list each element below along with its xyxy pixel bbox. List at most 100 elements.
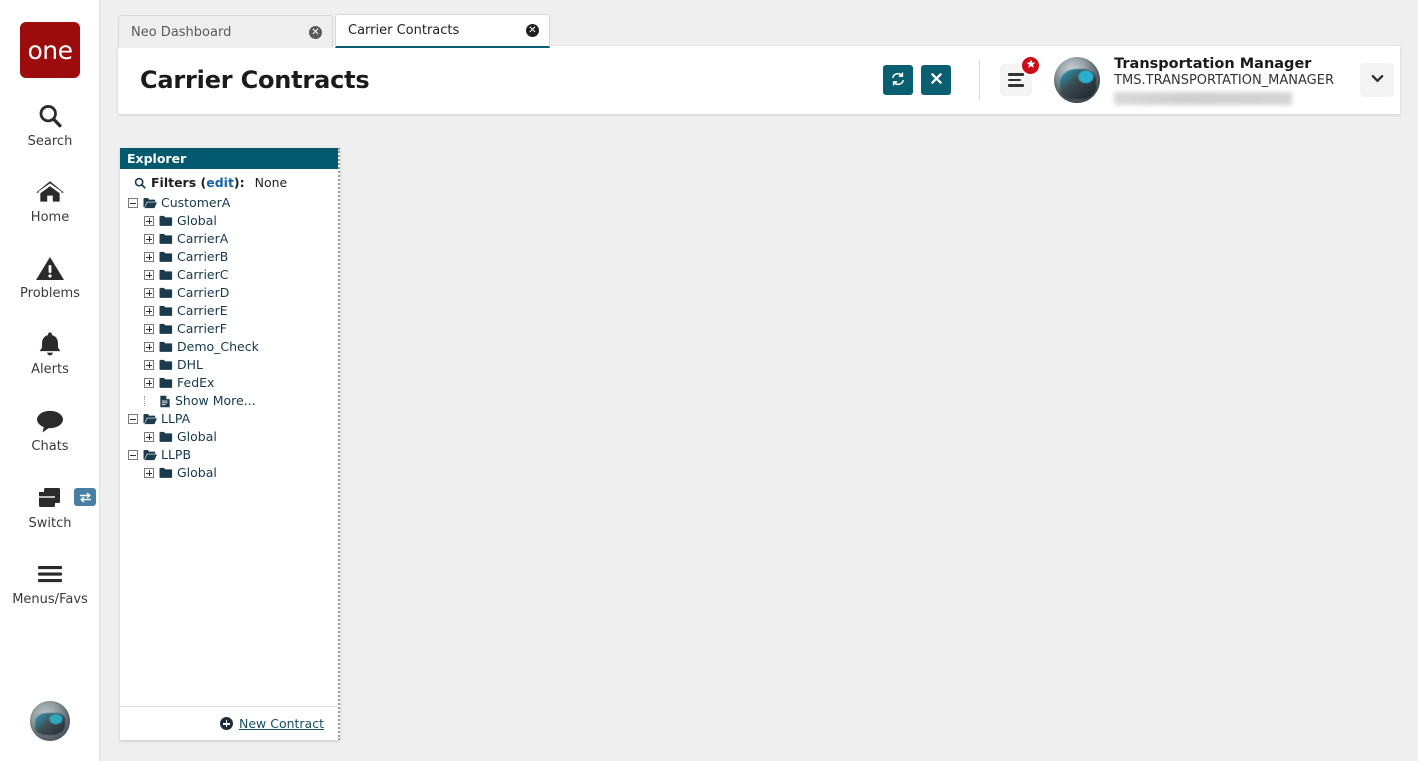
sidebar-item-chats[interactable]: Chats <box>0 405 100 454</box>
expand-plus-icon[interactable] <box>144 342 154 352</box>
explorer-title: Explorer <box>127 151 187 166</box>
app-logo[interactable]: one <box>20 22 80 78</box>
contract-tree[interactable]: CustomerA Global CarrierA CarrierB CarrierC C… <box>120 194 338 706</box>
sidebar-item-alerts[interactable]: Alerts <box>0 328 100 377</box>
filters-row: Filters (edit): None <box>120 169 338 194</box>
sidebar-label-alerts: Alerts <box>31 362 69 377</box>
close-circle-icon[interactable]: ✕ <box>526 24 539 37</box>
sidebar-label-chats: Chats <box>31 439 69 454</box>
tree-node[interactable]: CarrierE <box>120 302 338 320</box>
filters-label-end: ): <box>233 175 245 190</box>
tree-node[interactable]: CustomerA <box>120 194 338 212</box>
chevron-down-icon <box>1371 74 1384 86</box>
tree-node-label: LLPA <box>161 410 191 426</box>
tab-carrier-contracts[interactable]: Carrier Contracts ✕ <box>335 14 550 48</box>
tab-label: Neo Dashboard <box>131 24 232 40</box>
app-logo-text: one <box>27 35 73 65</box>
folder-icon <box>159 341 173 353</box>
tree-node[interactable]: Demo_Check <box>120 338 338 356</box>
header-divider <box>979 60 981 100</box>
expand-plus-icon[interactable] <box>144 288 154 298</box>
sidebar-item-search[interactable]: Search <box>0 100 100 149</box>
expand-plus-icon[interactable] <box>144 360 154 370</box>
refresh-icon <box>890 71 906 90</box>
tree-node-label: DHL <box>177 356 203 372</box>
folder-icon <box>159 359 173 371</box>
expand-plus-icon[interactable] <box>144 216 154 226</box>
expand-plus-icon[interactable] <box>144 468 154 478</box>
expand-plus-icon[interactable] <box>144 270 154 280</box>
collapse-minus-icon[interactable] <box>128 450 138 460</box>
sidebar-item-home[interactable]: Home <box>0 176 100 225</box>
tree-node[interactable]: LLPA <box>120 410 338 428</box>
collapse-minus-icon[interactable] <box>128 198 138 208</box>
header-menu-button[interactable] <box>1000 56 1041 96</box>
rail-user-avatar[interactable] <box>30 701 70 741</box>
list-menu-icon <box>1008 70 1025 90</box>
tree-node-label: Demo_Check <box>177 338 259 354</box>
tree-node-label: CarrierD <box>177 284 230 300</box>
user-role: TMS.TRANSPORTATION_MANAGER <box>1114 73 1334 89</box>
page-header: Carrier Contracts Transportation Manager… <box>118 46 1400 114</box>
tree-node-label: CarrierC <box>177 266 229 282</box>
expand-plus-icon[interactable] <box>144 306 154 316</box>
sidebar-item-problems[interactable]: Problems <box>0 252 100 301</box>
folder-icon <box>159 251 173 263</box>
expand-plus-icon[interactable] <box>144 234 154 244</box>
close-page-button[interactable] <box>921 65 952 95</box>
expand-plus-icon[interactable] <box>144 252 154 262</box>
tree-node[interactable]: DHL <box>120 356 338 374</box>
explorer-footer: New Contract <box>120 706 338 740</box>
left-navigation-rail: one Search Home Problems Alerts Chats Sw… <box>0 0 100 761</box>
expand-plus-icon[interactable] <box>144 378 154 388</box>
star-badge-icon <box>1021 56 1041 75</box>
folder-icon <box>159 377 173 389</box>
tree-node[interactable]: CarrierC <box>120 266 338 284</box>
application-root: one Search Home Problems Alerts Chats Sw… <box>0 0 1418 761</box>
collapse-minus-icon[interactable] <box>128 414 138 424</box>
tree-node[interactable]: Global <box>120 428 338 446</box>
refresh-button[interactable] <box>883 65 914 95</box>
folder-icon <box>159 215 173 227</box>
tree-node-label: CarrierF <box>177 320 227 336</box>
sidebar-label-menus-favs: Menus/Favs <box>12 592 88 607</box>
filters-edit-link[interactable]: edit <box>206 175 234 190</box>
tree-node-label: CustomerA <box>161 194 231 210</box>
search-icon <box>134 177 146 189</box>
tree-node[interactable]: Global <box>120 464 338 482</box>
tree-node[interactable]: CarrierB <box>120 248 338 266</box>
open-folder-icon <box>143 197 157 209</box>
expand-plus-icon[interactable] <box>144 324 154 334</box>
close-circle-icon[interactable]: ✕ <box>309 25 322 39</box>
switch-swap-badge[interactable] <box>74 488 96 506</box>
new-contract-link[interactable]: New Contract <box>219 716 324 731</box>
tab-strip: Neo Dashboard ✕ Carrier Contracts ✕ <box>118 14 552 48</box>
expand-plus-icon[interactable] <box>144 432 154 442</box>
folder-icon <box>159 287 173 299</box>
tab-neo-dashboard[interactable]: Neo Dashboard ✕ <box>118 15 333 48</box>
filters-value: None <box>254 175 288 190</box>
tree-node[interactable]: CarrierA <box>120 230 338 248</box>
tree-node[interactable]: FedEx <box>120 374 338 392</box>
tree-node[interactable]: CarrierF <box>120 320 338 338</box>
hamburger-icon <box>0 558 100 590</box>
tree-node[interactable]: Show More... <box>120 392 338 410</box>
search-icon <box>0 100 100 132</box>
tree-node-label: Global <box>177 212 217 228</box>
tree-node[interactable]: Global <box>120 212 338 230</box>
tree-node[interactable]: CarrierD <box>120 284 338 302</box>
tree-node[interactable]: LLPB <box>120 446 338 464</box>
tree-node-label: CarrierA <box>177 230 229 246</box>
home-icon <box>0 176 100 208</box>
folder-icon <box>159 431 173 443</box>
sidebar-label-problems: Problems <box>20 286 80 301</box>
user-menu-dropdown-button[interactable] <box>1360 63 1394 97</box>
folder-icon <box>159 467 173 479</box>
open-folder-icon <box>143 413 157 425</box>
avatar[interactable] <box>1054 57 1101 103</box>
sidebar-item-menus-favs[interactable]: Menus/Favs <box>0 558 100 607</box>
open-folder-icon <box>143 449 157 461</box>
tree-node-label: FedEx <box>177 374 215 390</box>
page-title: Carrier Contracts <box>140 66 370 94</box>
header-actions: Transportation Manager TMS.TRANSPORTATIO… <box>875 46 1400 114</box>
